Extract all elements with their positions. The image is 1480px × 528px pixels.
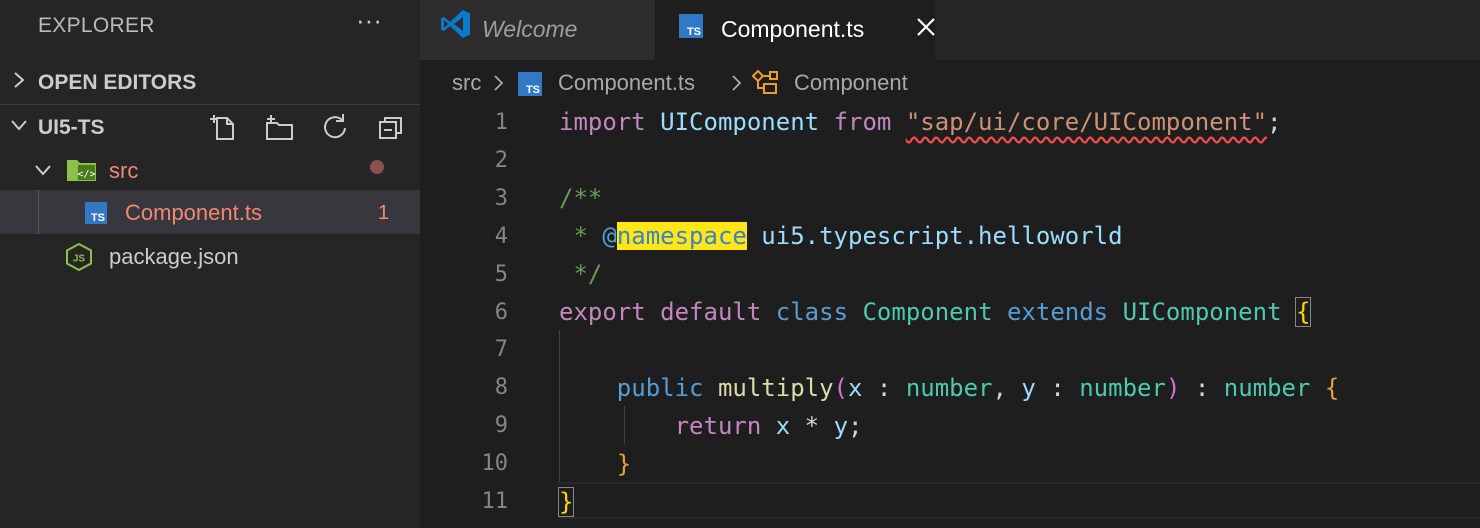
ts-badge-text: TS	[90, 212, 105, 224]
more-actions-button[interactable]: ···	[352, 2, 386, 38]
line-number: 11	[481, 489, 509, 514]
tree-item-label: package.json	[109, 244, 239, 269]
ts-badge-text: TS	[686, 26, 701, 38]
new-folder-icon	[266, 115, 293, 140]
chevron-right-icon	[14, 72, 25, 88]
breadcrumb-file[interactable]: Component.ts	[558, 70, 695, 96]
code-line-11: }	[557, 483, 575, 521]
tree-item-package-json[interactable]: JS package.json	[0, 234, 420, 278]
breadcrumb: src TS Component.ts Component	[420, 60, 1480, 104]
collapse-folders-button[interactable]	[374, 111, 408, 145]
line-number: 7	[494, 337, 508, 363]
tree-item-component-ts[interactable]: TS Component.ts	[0, 190, 420, 234]
ts-badge-text: TS	[525, 84, 540, 96]
tab-label: Component.ts	[721, 16, 865, 42]
line-number: 2	[494, 147, 508, 173]
tab-welcome[interactable]: Welcome	[420, 0, 655, 60]
modified-indicator	[370, 160, 384, 174]
typescript-file-icon: TS	[85, 202, 107, 224]
refresh-explorer-button[interactable]	[318, 111, 352, 145]
project-section-header[interactable]: UI5-TS	[0, 104, 420, 149]
line-number: 10	[481, 451, 509, 477]
line-number: 4	[494, 223, 508, 249]
error-squiggle: "sap/ui/core/UIComponent"	[905, 108, 1268, 136]
new-file-button[interactable]	[206, 111, 240, 145]
line-number: 6	[494, 299, 508, 325]
open-editors-label: OPEN EDITORS	[38, 71, 197, 94]
refresh-icon	[324, 114, 346, 139]
nodejs-file-icon: JS	[66, 243, 92, 271]
chevron-down-icon	[35, 165, 51, 176]
line-number: 1	[494, 110, 508, 135]
breadcrumb-folder[interactable]: src	[452, 70, 481, 96]
class-symbol-icon	[751, 69, 778, 94]
code-line-6: export default class Component extends U…	[559, 297, 1312, 327]
search-match-highlight: namespace	[616, 222, 747, 250]
tab-label: Welcome	[482, 16, 578, 42]
folder-src-icon: </>	[67, 160, 96, 181]
explorer-sidebar: EXPLORER ··· OPEN EDITORS UI5-TS </> src…	[0, 0, 420, 528]
code-line-5: */	[559, 260, 603, 288]
tree-indent-guide	[38, 190, 39, 234]
matching-bracket: {	[1294, 297, 1312, 327]
line-number: 3	[494, 185, 508, 211]
close-icon[interactable]	[913, 14, 939, 40]
code-line-8: public multiply(x : number, y : number) …	[616, 374, 1340, 402]
line-number: 8	[494, 375, 508, 401]
svg-text:</>: </>	[77, 169, 95, 180]
line-number: 5	[494, 261, 508, 287]
chevron-right-icon	[494, 75, 504, 91]
open-editors-section-header[interactable]: OPEN EDITORS	[0, 60, 420, 104]
project-label: UI5-TS	[38, 116, 105, 139]
tree-item-label: src	[109, 158, 139, 183]
code-editor[interactable]: 1 2 3 4 5 6 7 8 9 10 11 import UIComponent from "s…	[420, 102, 1480, 528]
chevron-down-icon	[11, 120, 27, 131]
js-badge-text: JS	[73, 254, 86, 265]
code-line-4: * @namespace ui5.typescript.helloworld	[559, 222, 1123, 250]
tree-item-src-folder[interactable]: </> src	[0, 148, 420, 192]
new-folder-button[interactable]	[262, 111, 296, 145]
vscode-logo-icon	[441, 10, 470, 38]
explorer-title: EXPLORER	[38, 14, 155, 37]
problem-count-badge: 1	[378, 202, 390, 224]
matching-bracket: }	[557, 487, 575, 517]
typescript-file-icon: TS	[518, 72, 542, 96]
current-line-highlight	[559, 482, 1480, 519]
code-line-3: /**	[559, 184, 603, 212]
typescript-file-icon: TS	[679, 14, 703, 38]
code-line-9: return x * y;	[674, 412, 863, 440]
tab-component-ts[interactable]: TS Component.ts	[655, 0, 935, 60]
new-file-icon	[210, 115, 234, 140]
code-line-1: import UIComponent from "sap/ui/core/UIC…	[559, 108, 1282, 136]
breadcrumb-symbol[interactable]: Component	[794, 70, 908, 96]
collapse-all-icon	[379, 117, 402, 139]
code-line-10: }	[616, 450, 632, 478]
editor-tab-bar: Welcome TS Component.ts	[420, 0, 1480, 60]
line-number: 9	[494, 413, 508, 439]
chevron-right-icon	[732, 75, 742, 91]
tree-item-label: Component.ts	[125, 200, 262, 225]
